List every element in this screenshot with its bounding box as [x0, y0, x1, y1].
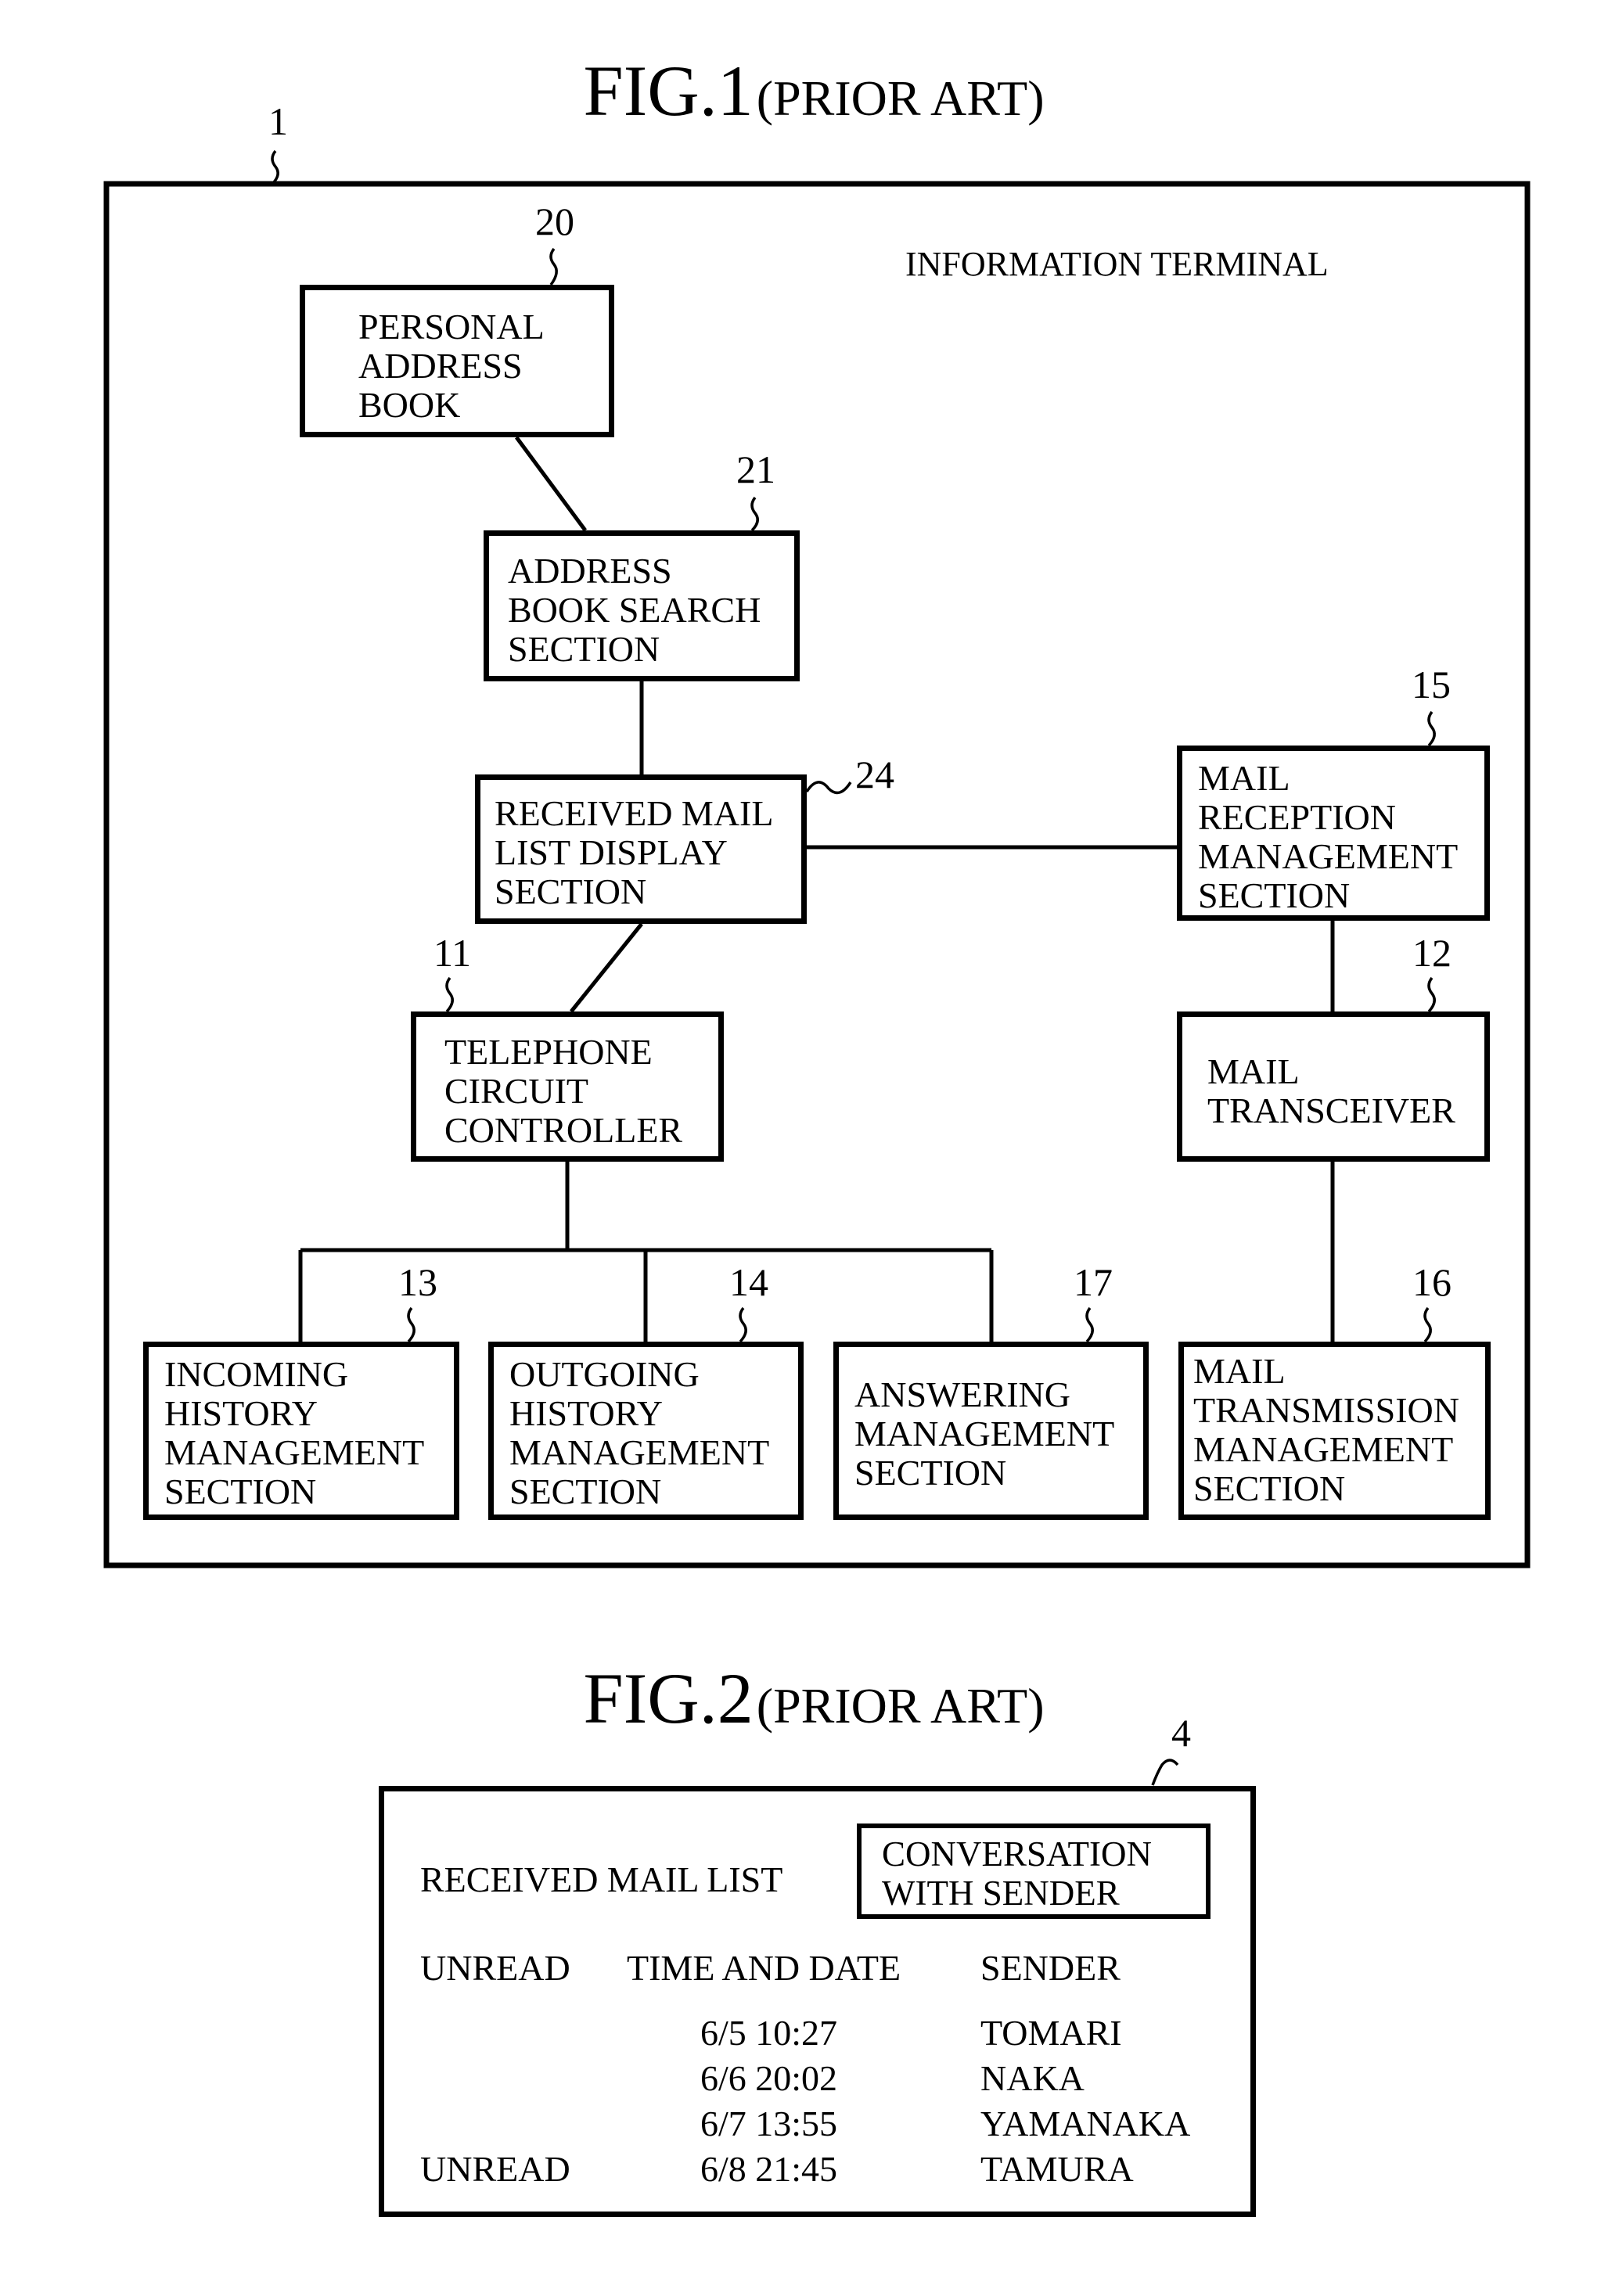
leader-16: [1423, 1306, 1432, 1343]
leader-20: [549, 247, 558, 286]
wire-list-to-telephone: [570, 922, 643, 1013]
list-title: RECEIVED MAIL LIST: [420, 1859, 783, 1899]
ref-personal-address-book: 20: [535, 199, 574, 243]
block-label: INCOMING HISTORY MANAGEMENT SECTION: [164, 1354, 425, 1511]
block-personal-address-book: PERSONAL ADDRESS BOOK: [300, 285, 614, 437]
fig1-title: FIG.1 (PRIOR ART): [584, 55, 1045, 127]
block-mail-reception-management: MAIL RECEPTION MANAGEMENT SECTION: [1177, 746, 1490, 921]
block-label: OUTGOING HISTORY MANAGEMENT SECTION: [509, 1354, 770, 1511]
block-label: ADDRESS BOOK SEARCH SECTION: [508, 551, 761, 669]
ref-outgoing: 14: [729, 1260, 768, 1304]
leader-4: [1151, 1759, 1179, 1786]
leader-13: [407, 1306, 415, 1343]
leader-1: [271, 149, 279, 185]
column-header-time-and-date: TIME AND DATE: [627, 1948, 901, 1988]
ref-telephone: 11: [433, 931, 472, 975]
column-header-unread: UNREAD: [420, 1948, 570, 1988]
leader-14: [739, 1306, 747, 1343]
leader-21: [750, 496, 759, 532]
button-label: CONVERSATION WITH SENDER: [882, 1834, 1153, 1913]
fig2-title: FIG.2 (PRIOR ART): [584, 1662, 1045, 1734]
ref-address-book-search: 21: [736, 447, 775, 491]
leader-11: [445, 976, 454, 1013]
block-label: MAIL RECEPTION MANAGEMENT SECTION: [1198, 758, 1459, 915]
block-incoming-history-management: INCOMING HISTORY MANAGEMENT SECTION: [143, 1342, 459, 1520]
block-label: RECEIVED MAIL LIST DISPLAY SECTION: [495, 793, 774, 911]
row-sender: YAMANAKA: [980, 2104, 1191, 2143]
leader-15: [1427, 710, 1436, 747]
row-sender: TAMURA: [980, 2149, 1134, 2189]
ref-received-mail-list: 24: [855, 753, 894, 796]
block-received-mail-list-display: RECEIVED MAIL LIST DISPLAY SECTION: [475, 774, 807, 924]
block-label: ANSWERING MANAGEMENT SECTION: [854, 1374, 1115, 1493]
row-datetime: 6/5 10:27: [700, 2013, 838, 2053]
row-datetime: 6/6 20:02: [700, 2058, 838, 2098]
leader-24: [805, 781, 852, 795]
conversation-with-sender-button[interactable]: CONVERSATION WITH SENDER: [857, 1824, 1210, 1919]
block-answering-management: ANSWERING MANAGEMENT SECTION: [833, 1342, 1149, 1520]
received-mail-list-screen: RECEIVED MAIL LIST CONVERSATION WITH SEN…: [379, 1786, 1256, 2217]
ref-mail-reception: 15: [1412, 663, 1451, 706]
block-mail-transceiver: MAIL TRANSCEIVER: [1177, 1011, 1490, 1162]
fig1-prior-art: (PRIOR ART): [756, 70, 1045, 126]
fig2-prior-art: (PRIOR ART): [756, 1678, 1045, 1734]
ref-mail-transceiver: 12: [1412, 931, 1452, 975]
block-label: MAIL TRANSCEIVER: [1207, 1051, 1455, 1130]
block-address-book-search: ADDRESS BOOK SEARCH SECTION: [484, 530, 800, 681]
block-outgoing-history-management: OUTGOING HISTORY MANAGEMENT SECTION: [488, 1342, 804, 1520]
ref-screen: 4: [1171, 1711, 1191, 1755]
wire-address-book-to-search: [514, 436, 588, 532]
row-sender: TOMARI: [980, 2013, 1122, 2053]
row-datetime: 6/8 21:45: [700, 2149, 838, 2189]
row-datetime: 6/7 13:55: [700, 2104, 838, 2143]
ref-container: 1: [268, 99, 288, 143]
fig2-number: FIG.2: [583, 1658, 754, 1738]
ref-answering: 17: [1074, 1260, 1113, 1304]
container-label: INFORMATION TERMINAL: [905, 245, 1329, 283]
row-sender: NAKA: [980, 2058, 1085, 2098]
leader-17: [1085, 1306, 1094, 1343]
block-label: PERSONAL ADDRESS BOOK: [358, 307, 545, 425]
column-header-sender: SENDER: [980, 1948, 1121, 1988]
block-telephone-circuit-controller: TELEPHONE CIRCUIT CONTROLLER: [411, 1011, 724, 1162]
row-unread: UNREAD: [420, 2149, 570, 2189]
ref-incoming: 13: [398, 1260, 437, 1304]
fig1-number: FIG.1: [583, 51, 754, 131]
block-label: MAIL TRANSMISSION MANAGEMENT SECTION: [1193, 1351, 1459, 1508]
block-label: TELEPHONE CIRCUIT CONTROLLER: [444, 1032, 683, 1150]
leader-12: [1427, 976, 1436, 1013]
block-mail-transmission-management: MAIL TRANSMISSION MANAGEMENT SECTION: [1178, 1342, 1491, 1520]
ref-mail-transmission: 16: [1412, 1260, 1452, 1304]
